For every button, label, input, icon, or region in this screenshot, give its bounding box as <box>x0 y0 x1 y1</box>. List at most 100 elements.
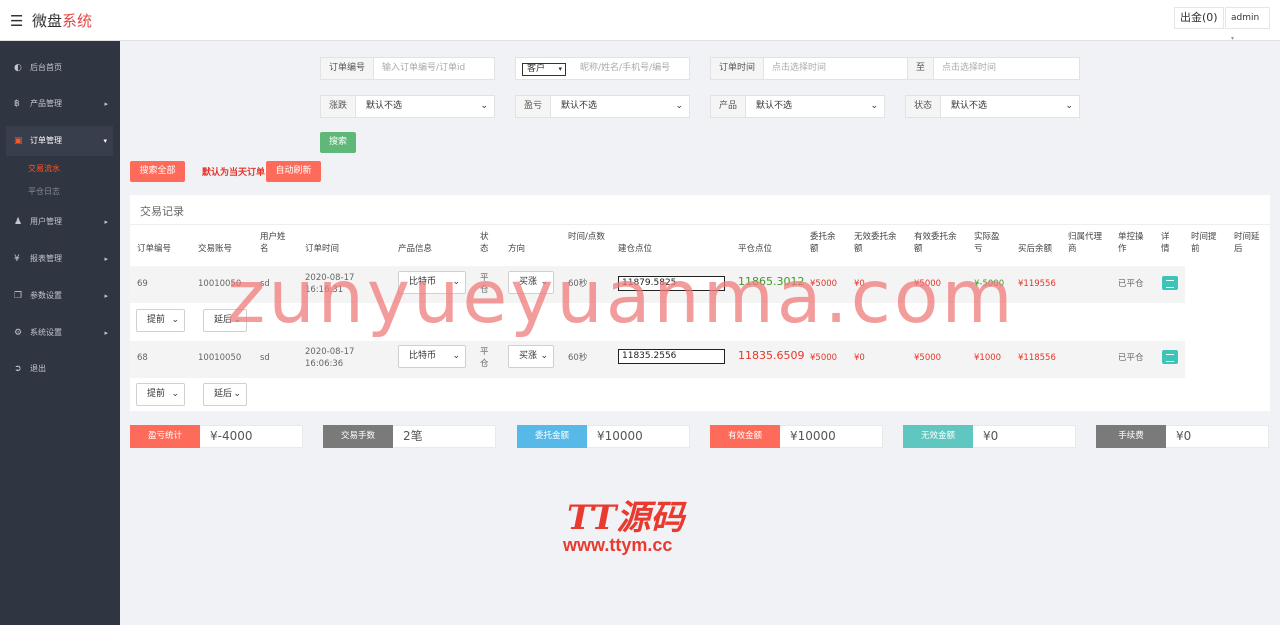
th-close-price: 平仓点位 <box>738 244 773 254</box>
status-filter: 状态 默认不选 ⌄ <box>905 95 1080 118</box>
detail-icon[interactable] <box>1162 350 1178 364</box>
stat-value: ¥0 <box>1176 429 1192 443</box>
stat-label: 无效金额 <box>903 425 973 448</box>
sidebar-item-system[interactable]: ⚙ 系统设置 ▸ <box>0 318 120 348</box>
updown-filter: 涨跌 默认不选 ⌄ <box>320 95 495 118</box>
th-product: 产品信息 <box>398 244 433 254</box>
advance-dropdown[interactable]: 提前 ⌄ <box>136 309 185 332</box>
customer-filter: 客户 ▾ 昵称/姓名/手机号/编号 <box>515 57 690 80</box>
cell-status: 平仓 <box>480 347 489 369</box>
chevron-down-icon: ⌄ <box>540 351 548 361</box>
sidebar-item-products[interactable]: ฿产品管理 ▸ <box>0 89 120 119</box>
divider <box>130 224 1270 225</box>
th-detail: 详情 <box>1161 232 1170 254</box>
profit-filter: 盈亏 默认不选 ⌄ <box>515 95 690 118</box>
th-duration: 时间/点数 <box>568 232 605 242</box>
search-all-button[interactable]: 搜索全部 <box>130 161 185 182</box>
sidebar-item-orders[interactable]: ▣ 订单管理 ▾ <box>6 126 113 156</box>
stat-value: ¥10000 <box>790 429 836 443</box>
status-select[interactable]: 默认不选 ⌄ <box>941 96 1079 117</box>
cell-order-time: 16:06:36 <box>305 359 344 369</box>
sidebar-item-params[interactable]: ❐ 参数设置 ▸ <box>0 281 120 311</box>
withdraw-button[interactable]: 出金(0) <box>1174 7 1224 29</box>
auto-refresh-button[interactable]: 自动刷新 <box>266 161 321 182</box>
product-dropdown[interactable]: 比特币 ⌄ <box>398 345 466 368</box>
advance-dropdown[interactable]: 提前 ⌄ <box>136 383 185 406</box>
product-select[interactable]: 默认不选 ⌄ <box>746 96 884 117</box>
cell-pnl: ¥1000 <box>974 353 1002 363</box>
open-price-input[interactable]: 11835.2556 <box>618 349 725 364</box>
copy-icon: ❐ <box>14 291 23 301</box>
th-invalid: 无效委托余额 <box>854 232 897 254</box>
cogs-icon: ⚙ <box>14 328 23 338</box>
order-no-label: 订单编号 <box>321 58 375 79</box>
brand-site: www.ttym.cc <box>563 535 673 555</box>
sidebar-item-logout[interactable]: ➲ 退出 <box>0 354 120 384</box>
cell-control: 已平仓 <box>1118 279 1144 289</box>
detail-icon[interactable] <box>1162 276 1178 290</box>
chevron-right-icon: ▸ <box>104 292 108 300</box>
th-order-no: 订单编号 <box>137 244 172 254</box>
order-no-input[interactable]: 输入订单编号/订单id <box>374 58 494 79</box>
customer-input[interactable]: 昵称/姓名/手机号/编号 <box>572 58 689 79</box>
chevron-right-icon: ▸ <box>104 255 108 263</box>
sidebar-item-home[interactable]: ◐ 后台首页 <box>0 53 120 83</box>
chevron-down-icon: ⌄ <box>171 389 179 399</box>
cell-balance: ¥119556 <box>1018 279 1056 289</box>
chevron-down-icon: ▾ <box>103 137 107 145</box>
th-delay: 时间延后 <box>1234 232 1260 254</box>
updown-label: 涨跌 <box>321 96 357 117</box>
updown-select[interactable]: 默认不选 ⌄ <box>356 96 494 117</box>
end-time-input[interactable]: 点击选择时间 <box>934 58 1079 79</box>
stat-valid: 有效金额 ¥10000 <box>710 425 883 448</box>
sidebar-sub-trade-flow[interactable]: 交易流水 <box>28 163 60 174</box>
chevron-down-icon: ⌄ <box>452 351 460 361</box>
stat-invalid: 无效金额 ¥0 <box>903 425 1076 448</box>
cell-valid: ¥5000 <box>914 353 942 363</box>
sidebar-item-users[interactable]: ♟ 用户管理 ▸ <box>0 207 120 237</box>
sidebar-item-reports[interactable]: ¥ 报表管理 ▸ <box>0 244 120 274</box>
stat-value: 2笔 <box>403 429 423 443</box>
bitcoin-icon: ฿ <box>14 99 20 109</box>
status-label: 状态 <box>906 96 942 117</box>
th-advance: 时间提前 <box>1191 232 1217 254</box>
stat-label: 交易手数 <box>323 425 393 448</box>
order-icon: ▣ <box>14 136 23 146</box>
admin-menu[interactable]: admin ▾ <box>1225 7 1270 42</box>
th-direction: 方向 <box>508 244 526 254</box>
stat-pnl: 盈亏统计 ¥-4000 <box>130 425 303 448</box>
stat-value: ¥10000 <box>597 429 643 443</box>
chevron-down-icon: ⌄ <box>480 101 488 111</box>
watermark-text: zunyueyuanma.com <box>227 255 1016 340</box>
profit-select[interactable]: 默认不选 ⌄ <box>551 96 689 117</box>
user-icon: ♟ <box>14 217 23 227</box>
yen-icon: ¥ <box>14 254 20 264</box>
brand-watermark: TT源码 www.ttym.cc <box>563 490 684 556</box>
menu-toggle-icon[interactable]: ☰ <box>10 12 23 30</box>
direction-dropdown[interactable]: 买涨 ⌄ <box>508 345 554 368</box>
start-time-input[interactable]: 点击选择时间 <box>764 58 907 79</box>
chevron-down-icon: ⌄ <box>233 389 241 399</box>
customer-type-select[interactable]: 客户 ▾ <box>522 63 566 76</box>
sidebar-sub-close-log[interactable]: 平仓日志 <box>28 186 60 197</box>
chevron-right-icon: ▸ <box>104 218 108 226</box>
stat-lots: 交易手数 2笔 <box>323 425 496 448</box>
dashboard-icon: ◐ <box>14 63 22 73</box>
th-agent: 归属代理商 <box>1068 232 1103 254</box>
stat-value: ¥-4000 <box>210 429 253 443</box>
delay-dropdown[interactable]: 延后 ⌄ <box>203 383 247 406</box>
th-balance: 买后余额 <box>1018 244 1053 254</box>
order-time-label: 订单时间 <box>711 58 765 79</box>
product-label: 产品 <box>711 96 747 117</box>
chevron-down-icon: ⌄ <box>1065 101 1073 111</box>
panel-title: 交易记录 <box>140 205 184 218</box>
cell-balance: ¥118556 <box>1018 353 1056 363</box>
signout-icon: ➲ <box>14 364 22 374</box>
cell-order-date: 2020-08-17 <box>305 347 355 357</box>
profit-label: 盈亏 <box>516 96 552 117</box>
to-label: 至 <box>908 58 935 79</box>
brand-name: TT源码 <box>567 498 685 538</box>
th-pnl: 实际盈亏 <box>974 232 1000 254</box>
th-username: 用户姓名 <box>260 232 286 254</box>
search-button[interactable]: 搜索 <box>320 132 356 153</box>
